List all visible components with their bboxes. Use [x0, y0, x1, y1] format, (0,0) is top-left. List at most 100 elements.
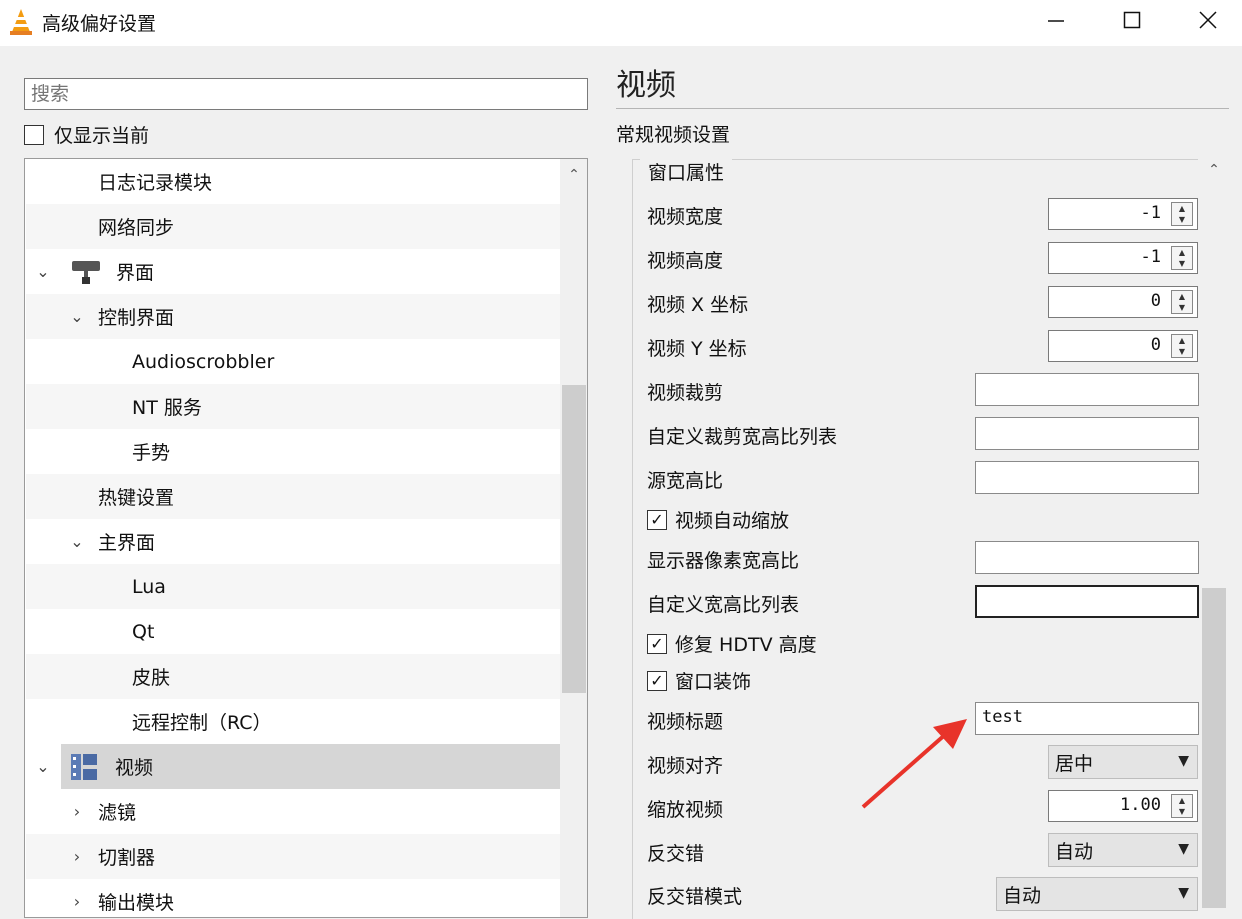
- chevron-right-icon[interactable]: ›: [66, 801, 88, 823]
- chevron-down-icon[interactable]: ⌄: [66, 306, 88, 328]
- close-button[interactable]: [1178, 0, 1238, 40]
- only-current-toggle[interactable]: 仅显示当前: [24, 121, 149, 148]
- video-crop-field[interactable]: [975, 373, 1199, 406]
- video-x-spinbox[interactable]: 0 ▲ ▼: [1048, 286, 1198, 318]
- tree-item-label: Qt: [132, 620, 155, 643]
- video-x-label: 视频 X 坐标: [647, 294, 749, 316]
- zoom-spinbox[interactable]: 1.00 ▲ ▼: [1048, 790, 1198, 822]
- tree-item-lua[interactable]: Lua: [26, 564, 560, 609]
- tree-item-output-modules[interactable]: › 输出模块: [26, 879, 560, 917]
- only-current-checkbox[interactable]: [24, 124, 44, 145]
- video-y-value: 0: [1150, 335, 1161, 355]
- tree-item-gestures[interactable]: 手势: [26, 429, 560, 474]
- category-tree[interactable]: 日志记录模块 网络同步 ⌄ 界面 ⌄ 控制界面 Audioscrobbler N…: [24, 158, 588, 918]
- spin-down-icon[interactable]: ▼: [1179, 303, 1185, 312]
- maximize-button[interactable]: [1102, 0, 1162, 40]
- tree-item-label: 皮肤: [132, 667, 171, 689]
- scroll-up-icon[interactable]: ⌃: [1200, 152, 1228, 188]
- fix-hdtv-checkbox[interactable]: ✓: [647, 633, 667, 654]
- tree-item-nt-service[interactable]: NT 服务: [26, 384, 560, 429]
- section-title: 视频: [616, 68, 676, 103]
- spin-up-icon[interactable]: ▲: [1179, 796, 1185, 805]
- spin-up-icon[interactable]: ▲: [1179, 204, 1185, 213]
- chevron-down-icon[interactable]: ⌄: [32, 755, 54, 777]
- tree-item-hotkeys[interactable]: 热键设置: [26, 474, 560, 519]
- chevron-down-icon[interactable]: ⌄: [66, 531, 88, 553]
- custom-crop-field[interactable]: [975, 417, 1199, 450]
- video-x-value: 0: [1150, 291, 1161, 311]
- tree-item-label: 手势: [132, 442, 171, 464]
- monitor-aspect-field[interactable]: [975, 541, 1199, 574]
- video-height-label: 视频高度: [647, 250, 724, 272]
- scroll-up-icon[interactable]: ⌃: [560, 163, 587, 187]
- search-input[interactable]: [24, 78, 588, 110]
- deinterlace-mode-value: 自动: [1003, 885, 1042, 907]
- scroll-thumb[interactable]: [562, 385, 586, 693]
- video-crop-label: 视频裁剪: [647, 382, 724, 404]
- tree-item-label: Audioscrobbler: [132, 350, 275, 373]
- spin-arrows[interactable]: ▲ ▼: [1171, 290, 1193, 314]
- minimize-button[interactable]: [1026, 0, 1086, 40]
- subsection-title: 常规视频设置: [616, 124, 731, 146]
- scroll-thumb[interactable]: [1202, 588, 1226, 908]
- tree-item-label: 日志记录模块: [98, 172, 213, 194]
- zoom-label: 缩放视频: [647, 799, 724, 821]
- spin-arrows[interactable]: ▲ ▼: [1171, 334, 1193, 358]
- film-icon: [71, 754, 97, 780]
- tree-item-label: 切割器: [98, 847, 156, 869]
- spin-arrows[interactable]: ▲ ▼: [1171, 246, 1193, 270]
- tree-item-label: 控制界面: [98, 307, 175, 329]
- video-height-spinbox[interactable]: -1 ▲ ▼: [1048, 242, 1198, 274]
- window-decorations-toggle[interactable]: ✓ 窗口装饰: [647, 667, 751, 694]
- tree-item-netsync[interactable]: 网络同步: [26, 204, 560, 249]
- video-y-spinbox[interactable]: 0 ▲ ▼: [1048, 330, 1198, 362]
- tree-item-logging[interactable]: 日志记录模块: [26, 159, 560, 204]
- fix-hdtv-toggle[interactable]: ✓ 修复 HDTV 高度: [647, 630, 817, 657]
- tree-item-audioscrobbler[interactable]: Audioscrobbler: [26, 339, 560, 384]
- chevron-down-icon[interactable]: ⌄: [32, 261, 54, 283]
- source-aspect-field[interactable]: [975, 461, 1199, 494]
- spin-down-icon[interactable]: ▼: [1179, 259, 1185, 268]
- monitor-aspect-label: 显示器像素宽高比: [647, 550, 800, 572]
- dropdown-caret-icon: ▼: [1178, 841, 1189, 857]
- spin-down-icon[interactable]: ▼: [1179, 347, 1185, 356]
- spin-arrows[interactable]: ▲ ▼: [1171, 794, 1193, 818]
- spin-down-icon[interactable]: ▼: [1179, 215, 1185, 224]
- autoscale-checkbox[interactable]: ✓: [647, 509, 667, 530]
- tree-item-remote-control[interactable]: 远程控制（RC）: [26, 699, 560, 744]
- spin-down-icon[interactable]: ▼: [1179, 807, 1185, 816]
- options-scrollbar[interactable]: ⌃: [1200, 152, 1228, 908]
- tree-scrollbar[interactable]: ⌃: [560, 159, 587, 917]
- window-decorations-checkbox[interactable]: ✓: [647, 670, 667, 691]
- tree-item-main-interface[interactable]: ⌄ 主界面: [26, 519, 560, 564]
- video-height-value: -1: [1140, 247, 1161, 267]
- custom-aspect-field[interactable]: [975, 585, 1199, 618]
- maximize-icon: [1123, 11, 1141, 29]
- tree-item-control-interface[interactable]: ⌄ 控制界面: [26, 294, 560, 339]
- left-panel: 仅显示当前 日志记录模块 网络同步 ⌄ 界面 ⌄ 控制界面 Audioscrob…: [0, 46, 600, 918]
- video-width-spinbox[interactable]: -1 ▲ ▼: [1048, 198, 1198, 230]
- spin-arrows[interactable]: ▲ ▼: [1171, 202, 1193, 226]
- video-y-label: 视频 Y 坐标: [647, 338, 747, 360]
- tree-item-interface[interactable]: ⌄ 界面: [26, 249, 560, 294]
- tree-item-qt[interactable]: Qt: [26, 609, 560, 654]
- deinterlace-select[interactable]: 自动 ▼: [1048, 833, 1198, 867]
- autoscale-toggle[interactable]: ✓ 视频自动缩放: [647, 506, 789, 533]
- spin-up-icon[interactable]: ▲: [1179, 336, 1185, 345]
- tree-item-label: 视频: [115, 757, 154, 779]
- video-title-field[interactable]: test: [975, 702, 1199, 735]
- tree-item-video[interactable]: 视频: [61, 744, 560, 789]
- only-current-label: 仅显示当前: [54, 125, 150, 147]
- spin-up-icon[interactable]: ▲: [1179, 292, 1185, 301]
- tree-item-label: 界面: [116, 262, 155, 284]
- tree-item-skins[interactable]: 皮肤: [26, 654, 560, 699]
- tree-item-splitters[interactable]: › 切割器: [26, 834, 560, 879]
- video-align-select[interactable]: 居中 ▼: [1048, 745, 1198, 779]
- spin-up-icon[interactable]: ▲: [1179, 248, 1185, 257]
- tree-item-filters[interactable]: › 滤镜: [26, 789, 560, 834]
- deinterlace-mode-label: 反交错模式: [647, 886, 743, 908]
- chevron-right-icon[interactable]: ›: [66, 891, 88, 913]
- tree-item-label: Lua: [132, 575, 166, 598]
- tree-item-label: 网络同步: [98, 217, 175, 239]
- chevron-right-icon[interactable]: ›: [66, 846, 88, 868]
